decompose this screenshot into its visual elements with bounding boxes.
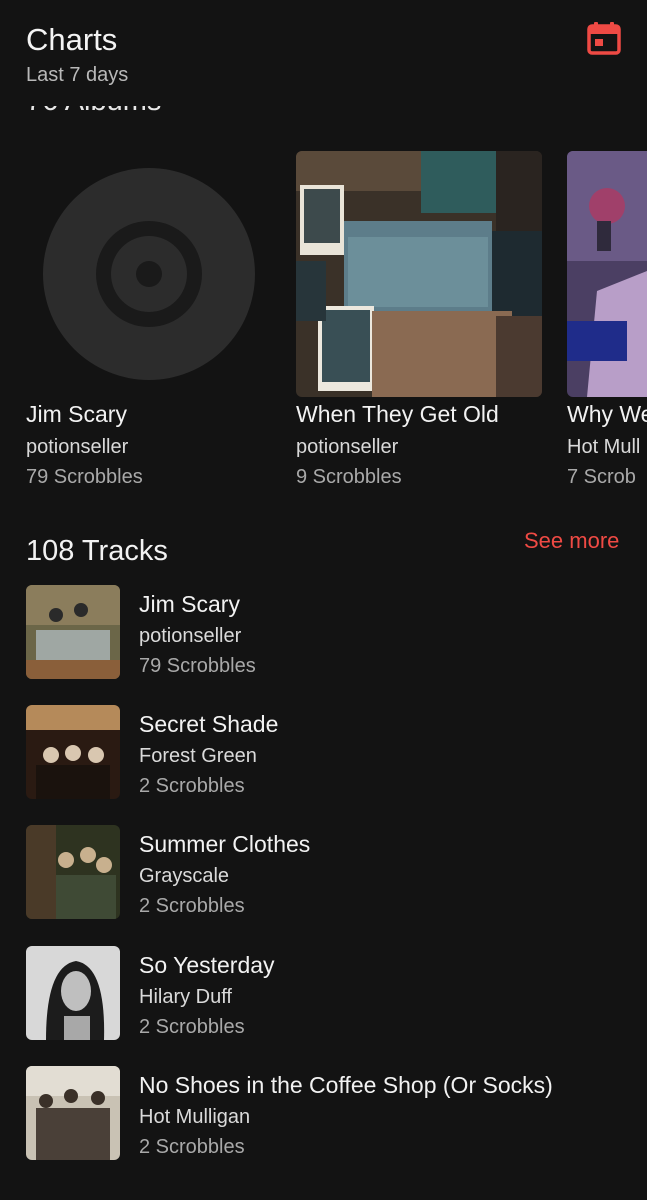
album-artist: Hot Mull bbox=[567, 436, 641, 458]
track-artist: Hilary Duff bbox=[139, 986, 232, 1008]
tracks-heading: 108 Tracks bbox=[26, 535, 168, 567]
time-period-label: Last 7 days bbox=[26, 64, 129, 86]
track-art bbox=[26, 1066, 120, 1160]
album-art bbox=[567, 151, 647, 397]
track-row[interactable]: Jim Scary potionseller 79 Scrobbles bbox=[0, 585, 647, 685]
collage-photo bbox=[296, 151, 542, 397]
track-row[interactable]: So Yesterday Hilary Duff 2 Scrobbles bbox=[0, 946, 647, 1046]
track-row[interactable]: Secret Shade Forest Green 2 Scrobbles bbox=[0, 705, 647, 805]
track-scrobbles: 2 Scrobbles bbox=[139, 895, 245, 917]
track-name: Summer Clothes bbox=[139, 831, 311, 857]
album-card[interactable]: Jim Scary potionseller 79 Scrobbles bbox=[26, 151, 272, 488]
album-name: When They Get Old bbox=[296, 401, 499, 427]
album-name: Why We bbox=[567, 401, 647, 427]
track-scrobbles: 2 Scrobbles bbox=[139, 1136, 245, 1158]
track-scrobbles: 79 Scrobbles bbox=[139, 655, 256, 677]
app-header: Charts Last 7 days bbox=[0, 0, 647, 106]
album-artist: potionseller bbox=[26, 436, 129, 458]
track-art bbox=[26, 585, 120, 679]
track-artist: Grayscale bbox=[139, 865, 230, 887]
album-scrobbles: 7 Scrob bbox=[567, 466, 636, 488]
album-scrobbles: 79 Scrobbles bbox=[26, 466, 143, 488]
album-card[interactable]: Why We Hot Mull 7 Scrob bbox=[567, 151, 647, 488]
charts-screen: 76 Albums Charts Last 7 days Jim Scary bbox=[0, 0, 647, 1200]
track-name: Jim Scary bbox=[139, 591, 240, 617]
track-artist: Hot Mulligan bbox=[139, 1106, 251, 1128]
track-artist: potionseller bbox=[139, 625, 242, 647]
track-art bbox=[26, 825, 120, 919]
track-scrobbles: 2 Scrobbles bbox=[139, 775, 245, 797]
track-art bbox=[26, 705, 120, 799]
portrait-photo bbox=[567, 151, 647, 397]
album-card[interactable]: When They Get Old potionseller 9 Scrobbl… bbox=[296, 151, 542, 488]
album-artist: potionseller bbox=[296, 436, 399, 458]
track-name: No Shoes in the Coffee Shop (Or Socks) bbox=[139, 1072, 553, 1098]
calendar-icon bbox=[587, 22, 621, 55]
track-scrobbles: 2 Scrobbles bbox=[139, 1016, 245, 1038]
track-row[interactable]: No Shoes in the Coffee Shop (Or Socks) H… bbox=[0, 1066, 647, 1166]
album-art bbox=[296, 151, 542, 397]
album-art bbox=[26, 151, 272, 397]
calendar-button[interactable] bbox=[582, 18, 626, 62]
track-row[interactable]: Summer Clothes Grayscale 2 Scrobbles bbox=[0, 825, 647, 925]
track-artist: Forest Green bbox=[139, 745, 257, 767]
track-name: Secret Shade bbox=[139, 711, 279, 737]
album-name: Jim Scary bbox=[26, 401, 127, 427]
page-title: Charts bbox=[26, 22, 118, 57]
disc-icon bbox=[43, 168, 255, 380]
track-name: So Yesterday bbox=[139, 952, 275, 978]
album-scrobbles: 9 Scrobbles bbox=[296, 466, 402, 488]
track-art bbox=[26, 946, 120, 1040]
see-more-link[interactable]: See more bbox=[524, 526, 619, 556]
